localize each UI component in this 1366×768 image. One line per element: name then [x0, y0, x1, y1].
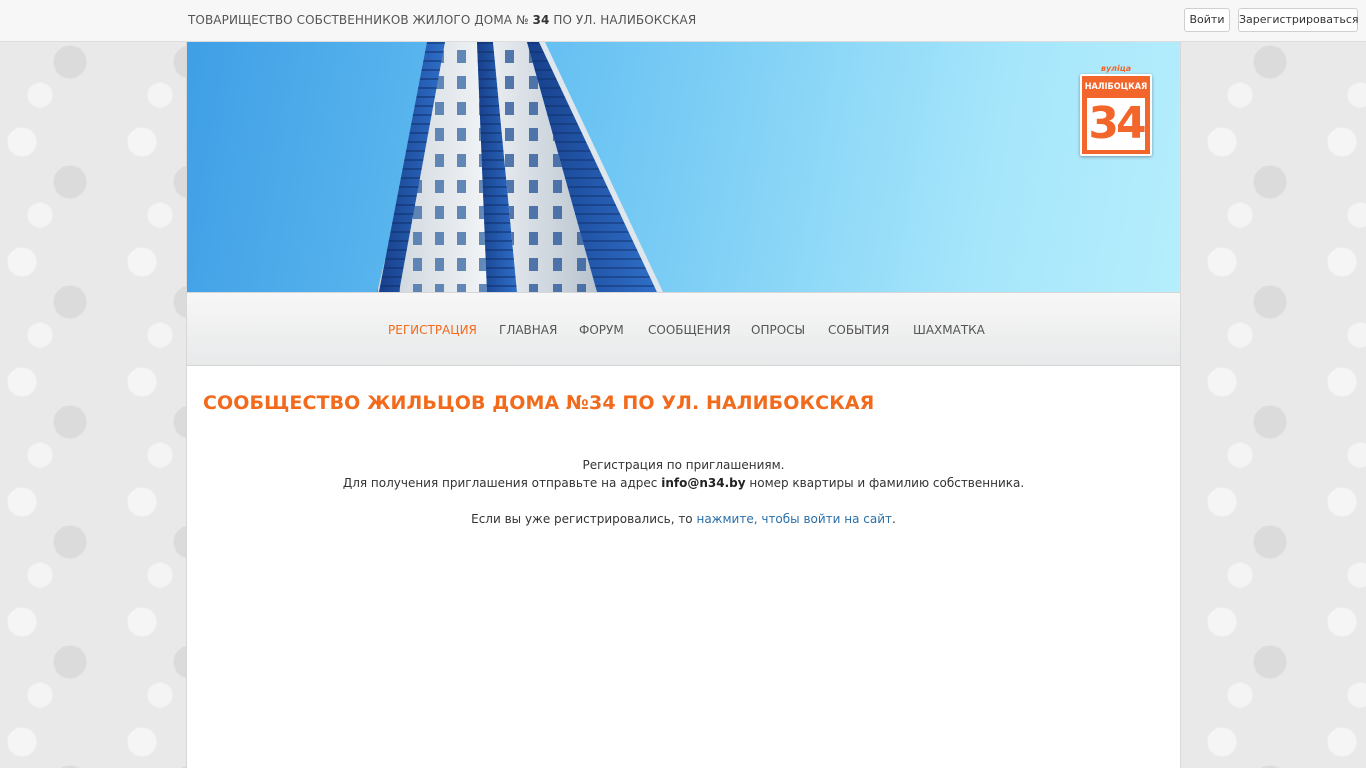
register-button[interactable]: Зарегистрироваться	[1238, 8, 1359, 32]
house-logo: вуліца НАЛІБОЦКАЯ 34	[1080, 64, 1152, 156]
invite-instructions-prefix: Для получения приглашения отправьте на а…	[342, 476, 658, 490]
login-hint-prefix: Если вы уже регистрировались, то	[471, 512, 693, 526]
login-link[interactable]: нажмите, чтобы войти на сайт	[696, 512, 892, 526]
contact-email: info@n34.by	[661, 476, 746, 490]
nav-item-chessboard[interactable]: ШАХМАТКА	[913, 323, 985, 337]
site-title-number: 34	[532, 13, 550, 27]
logo-street-text: НАЛІБОЦКАЯ	[1084, 82, 1148, 92]
nav-item-polls[interactable]: ОПРОСЫ	[751, 323, 805, 337]
invite-instructions: Для получения приглашения отправьте на а…	[187, 476, 1180, 490]
nav-item-home[interactable]: ГЛАВНАЯ	[499, 323, 557, 337]
nav-item-forum[interactable]: ФОРУМ	[579, 323, 624, 337]
site-title-prefix: ТОВАРИЩЕСТВО СОБСТВЕННИКОВ ЖИЛОГО ДОМА №	[188, 13, 529, 27]
login-button[interactable]: Войти	[1184, 8, 1230, 32]
header-banner: вуліца НАЛІБОЦКАЯ 34	[187, 42, 1180, 292]
login-hint-suffix: .	[892, 512, 896, 526]
invite-notice: Регистрация по приглашениям.	[582, 458, 785, 472]
main-container: вуліца НАЛІБОЦКАЯ 34 РЕГИСТРАЦИЯ ГЛАВНАЯ…	[186, 42, 1181, 768]
nav-item-events[interactable]: СОБЫТИЯ	[828, 323, 889, 337]
page-title: СООБЩЕСТВО ЖИЛЬЦОВ ДОМА №34 ПО УЛ. НАЛИБ…	[203, 392, 875, 414]
main-nav: РЕГИСТРАЦИЯ ГЛАВНАЯ ФОРУМ СООБЩЕНИЯ ОПРО…	[187, 292, 1180, 366]
building-illustration	[377, 42, 663, 292]
nav-item-registration[interactable]: РЕГИСТРАЦИЯ	[388, 323, 477, 337]
login-hint: Если вы уже регистрировались, то нажмите…	[187, 512, 1180, 526]
nav-item-messages[interactable]: СООБЩЕНИЯ	[648, 323, 731, 337]
logo-arc-text: вуліца	[1100, 64, 1132, 73]
top-bar: ТОВАРИЩЕСТВО СОБСТВЕННИКОВ ЖИЛОГО ДОМА №…	[0, 0, 1366, 42]
logo-number: 34	[1087, 98, 1147, 150]
site-title: ТОВАРИЩЕСТВО СОБСТВЕННИКОВ ЖИЛОГО ДОМА №…	[188, 13, 696, 27]
invite-instructions-suffix: номер квартиры и фамилию собственника.	[749, 476, 1025, 490]
site-title-suffix: ПО УЛ. НАЛИБОКСКАЯ	[553, 13, 697, 27]
